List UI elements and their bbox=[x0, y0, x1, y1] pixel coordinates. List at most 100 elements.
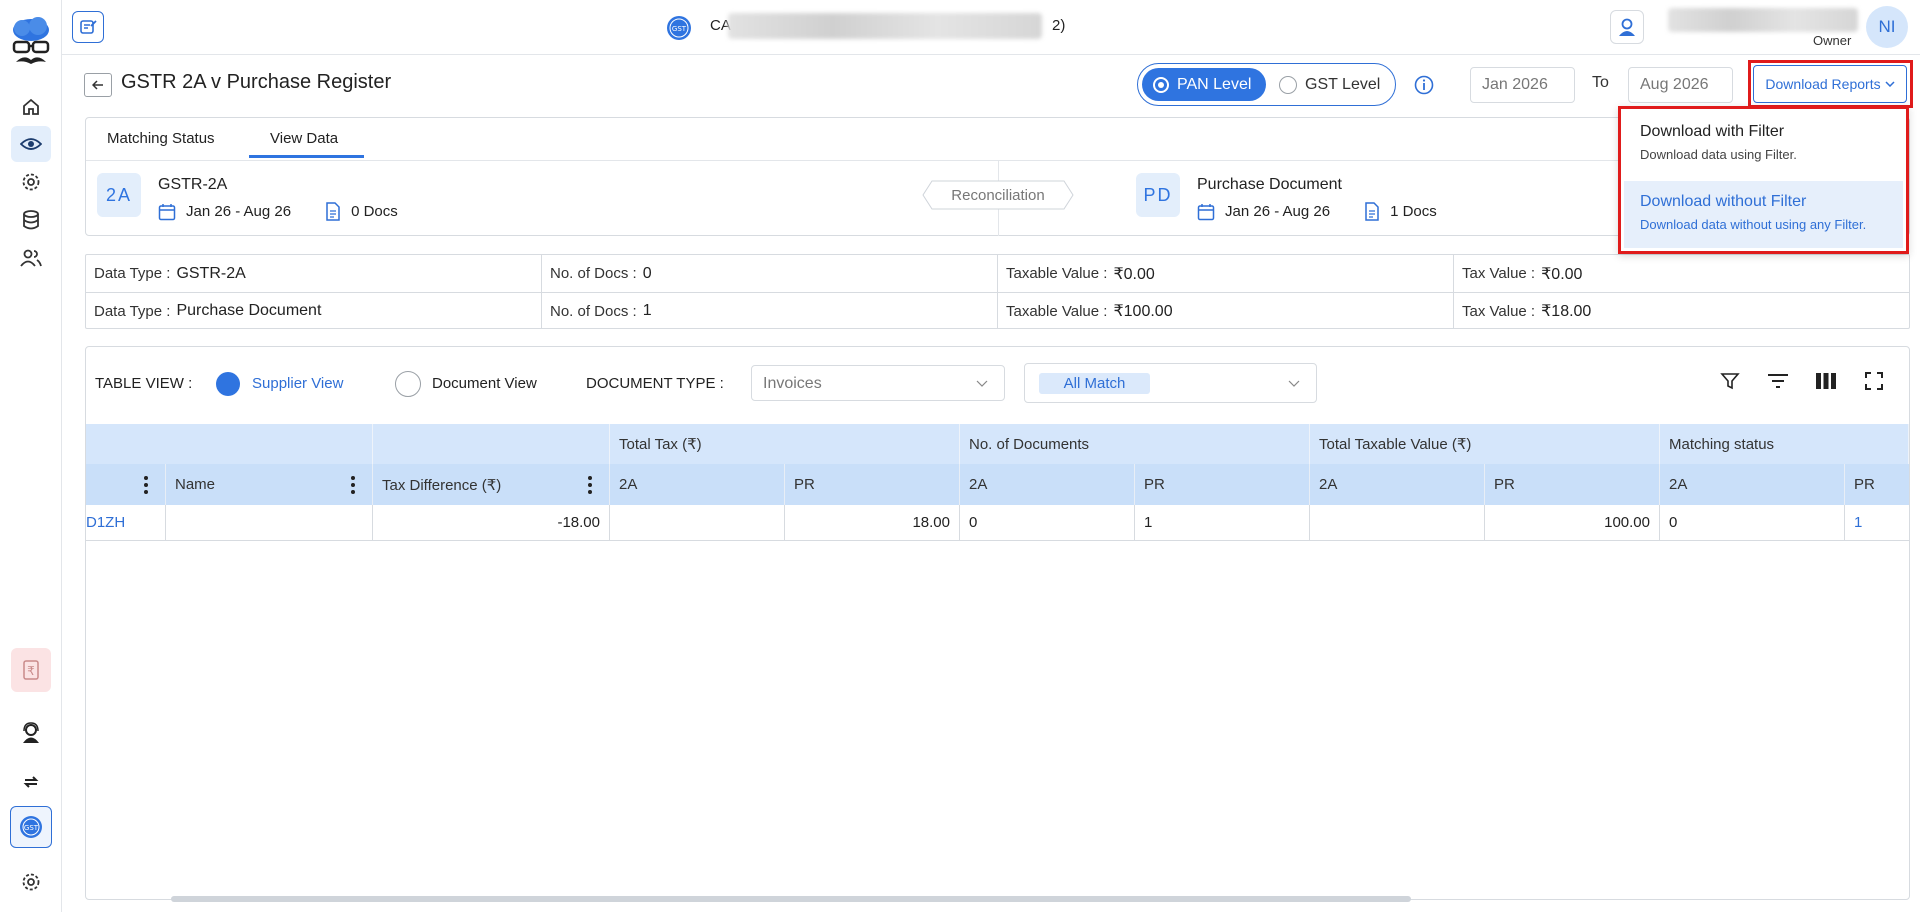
column-header-tax-difference[interactable]: Tax Difference (₹) bbox=[373, 464, 610, 505]
column-header-tax-pr[interactable]: PR bbox=[785, 464, 960, 505]
supplier-view-label[interactable]: Supplier View bbox=[252, 375, 343, 392]
gst-level-radio bbox=[1279, 75, 1297, 94]
value: ₹100.00 bbox=[1113, 303, 1173, 320]
column-header-row: Name Tax Difference (₹) 2A PR 2A PR 2A P… bbox=[86, 464, 1909, 505]
document-type-label: DOCUMENT TYPE : bbox=[586, 375, 724, 392]
group-header-matching-status: Matching status bbox=[1660, 424, 1909, 464]
filter-icon[interactable] bbox=[1716, 367, 1744, 395]
tab-matching-status[interactable]: Matching Status bbox=[107, 130, 215, 147]
cell-match-2a: 0 bbox=[1660, 505, 1845, 540]
label: Data Type : bbox=[94, 265, 171, 282]
download-without-filter-item[interactable]: Download without Filter Download data wi… bbox=[1624, 181, 1903, 248]
download-reports-button[interactable]: Download Reports bbox=[1753, 65, 1907, 103]
org-name-redacted bbox=[728, 13, 1042, 39]
period-pd: Jan 26 - Aug 26 bbox=[1225, 203, 1331, 220]
support-agent-icon[interactable] bbox=[11, 715, 51, 751]
column-header-match-2a[interactable]: 2A bbox=[1660, 464, 1845, 505]
columns-icon[interactable] bbox=[1812, 367, 1840, 395]
gstin-link[interactable]: D1ZH bbox=[86, 505, 166, 540]
date-from-input[interactable]: Jan 2026 bbox=[1470, 67, 1575, 103]
group-header-row: Total Tax (₹) No. of Documents Total Tax… bbox=[86, 424, 1909, 464]
summary-cell: No. of Docs : 0 bbox=[542, 255, 998, 292]
gst-module-icon[interactable]: GST bbox=[10, 806, 52, 848]
avatar[interactable]: NI bbox=[1866, 6, 1908, 48]
document-view-label[interactable]: Document View bbox=[432, 375, 537, 392]
back-button[interactable] bbox=[84, 73, 112, 97]
document-type-select[interactable]: Invoices bbox=[751, 365, 1005, 401]
menu-item-subtitle: Download data using Filter. bbox=[1640, 147, 1797, 162]
label: No. of Docs : bbox=[550, 265, 637, 282]
table-view-label: TABLE VIEW : bbox=[95, 375, 193, 392]
settings-icon[interactable] bbox=[11, 864, 51, 900]
value: 1 bbox=[642, 302, 652, 319]
switch-icon[interactable] bbox=[11, 764, 51, 800]
value: 0 bbox=[642, 264, 652, 282]
cell-tax-pr: 18.00 bbox=[785, 505, 960, 540]
column-header-match-pr[interactable]: PR bbox=[1845, 464, 1909, 505]
summary-cell: Tax Value : ₹0.00 bbox=[1454, 255, 1909, 292]
gst-level-option[interactable]: GST Level bbox=[1279, 68, 1380, 101]
label: Data Type : bbox=[94, 302, 171, 320]
user-name-redacted bbox=[1668, 8, 1858, 32]
label: Taxable Value : bbox=[1006, 302, 1108, 320]
label: Tax Value : bbox=[1462, 302, 1536, 320]
database-icon[interactable] bbox=[11, 202, 51, 238]
cell-docs-pr: 1 bbox=[1135, 505, 1310, 540]
column-header-taxable-2a[interactable]: 2A bbox=[1310, 464, 1485, 505]
support-agent-icon[interactable] bbox=[1610, 10, 1644, 44]
column-menu-icon[interactable] bbox=[588, 476, 592, 494]
cell-taxable-pr: 100.00 bbox=[1485, 505, 1660, 540]
docs-pd: 1 Docs bbox=[1390, 203, 1437, 220]
match-filter-select[interactable]: All Match bbox=[1024, 363, 1317, 403]
value: ₹0.00 bbox=[1113, 265, 1155, 283]
notes-icon[interactable] bbox=[72, 11, 104, 43]
column-label: Name bbox=[175, 476, 216, 493]
rupee-icon[interactable]: ₹ bbox=[11, 648, 51, 692]
summary-cell: No. of Docs : 1 bbox=[542, 293, 998, 329]
group-header-taxable-value: Total Taxable Value (₹) bbox=[1310, 424, 1660, 464]
tab-view-data[interactable]: View Data bbox=[270, 130, 338, 147]
home-icon[interactable] bbox=[11, 89, 51, 125]
active-tab-indicator bbox=[249, 155, 364, 158]
cell-name bbox=[166, 505, 373, 540]
settings-gear-icon[interactable] bbox=[11, 164, 51, 200]
cell-tax-2a bbox=[610, 505, 785, 540]
org-name-suffix: 2) bbox=[1052, 17, 1066, 34]
header-cell bbox=[86, 464, 166, 505]
app-logo[interactable] bbox=[10, 16, 52, 68]
users-icon[interactable] bbox=[11, 240, 51, 276]
page-title: GSTR 2A v Purchase Register bbox=[121, 71, 392, 93]
column-header-name[interactable]: Name bbox=[166, 464, 373, 505]
column-menu-icon[interactable] bbox=[351, 476, 355, 494]
date-to-input[interactable]: Aug 2026 bbox=[1628, 67, 1733, 103]
view-icon[interactable] bbox=[11, 126, 51, 162]
cell-docs-2a: 0 bbox=[960, 505, 1135, 540]
column-header-docs-pr[interactable]: PR bbox=[1135, 464, 1310, 505]
docs-2a: 0 Docs bbox=[351, 203, 398, 220]
horizontal-scrollbar[interactable] bbox=[171, 896, 1411, 902]
info-icon[interactable] bbox=[1414, 75, 1434, 95]
user-role: Owner bbox=[1813, 33, 1852, 48]
document-view-radio[interactable] bbox=[395, 371, 421, 397]
to-label: To bbox=[1592, 74, 1609, 91]
label: Taxable Value : bbox=[1006, 265, 1108, 282]
supplier-view-radio[interactable] bbox=[216, 372, 240, 396]
document-icon bbox=[1365, 202, 1379, 221]
reconciliation-label: Reconciliation bbox=[951, 186, 1045, 204]
download-with-filter-item[interactable]: Download with Filter Download data using… bbox=[1624, 111, 1903, 178]
group-header-total-tax: Total Tax (₹) bbox=[610, 424, 960, 464]
calendar-icon bbox=[1197, 203, 1215, 220]
column-header-docs-2a[interactable]: 2A bbox=[960, 464, 1135, 505]
pan-level-option[interactable]: PAN Level bbox=[1142, 68, 1266, 101]
cell-match-pr-link[interactable]: 1 bbox=[1845, 505, 1909, 540]
column-menu-icon[interactable] bbox=[144, 476, 148, 494]
fullscreen-icon[interactable] bbox=[1860, 367, 1888, 395]
sort-icon[interactable] bbox=[1764, 367, 1792, 395]
label: No. of Docs : bbox=[550, 302, 637, 320]
column-header-tax-2a[interactable]: 2A bbox=[610, 464, 785, 505]
level-toggle: PAN Level GST Level bbox=[1137, 63, 1396, 106]
cell-taxable-2a bbox=[1310, 505, 1485, 540]
download-reports-label: Download Reports bbox=[1765, 76, 1881, 92]
column-header-taxable-pr[interactable]: PR bbox=[1485, 464, 1660, 505]
pan-level-label: PAN Level bbox=[1177, 75, 1252, 93]
